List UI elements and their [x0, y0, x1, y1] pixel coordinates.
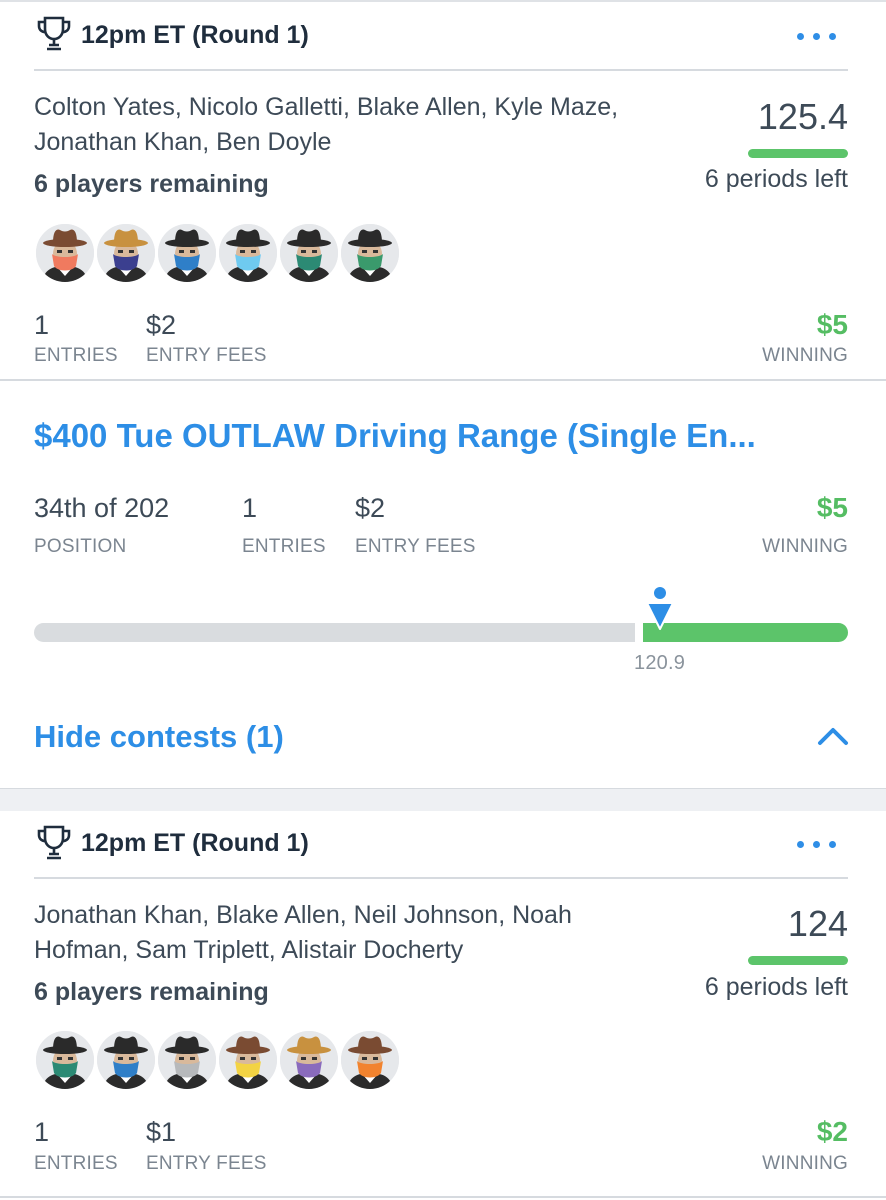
contest-name-link[interactable]: $400 Tue OUTLAW Driving Range (Single En… — [34, 417, 756, 455]
winning-label: WINNING — [762, 1153, 848, 1174]
standings-bar-unpaid — [34, 623, 635, 642]
entry-fees-value: $1 — [146, 1117, 177, 1147]
player-avatar — [217, 1029, 279, 1091]
contest-section: $400 Tue OUTLAW Driving Range (Single En… — [0, 381, 886, 788]
periods-progress-bar — [748, 956, 848, 965]
entry-fees-value: $2 — [146, 310, 177, 340]
player-avatar — [95, 222, 157, 284]
more-options-icon[interactable] — [797, 33, 836, 40]
player-avatar — [339, 222, 401, 284]
player-avatar — [217, 222, 279, 284]
player-avatar — [34, 1029, 96, 1091]
card-divider — [34, 69, 848, 71]
hide-contests-link[interactable]: Hide contests (1) — [34, 719, 284, 755]
lineup-score: 125.4 — [757, 96, 848, 137]
player-avatar — [339, 1029, 401, 1091]
position-marker-score: 120.9 — [634, 652, 686, 674]
standings-bar — [34, 585, 848, 645]
player-names: Colton Yates, Nicolo Galletti, Blake All… — [34, 93, 619, 156]
position-value: 34th of 202 — [34, 493, 170, 523]
more-options-icon[interactable] — [797, 841, 836, 848]
lineup-score: 124 — [787, 903, 848, 944]
position-marker-icon — [644, 585, 676, 631]
periods-left: 6 periods left — [704, 165, 848, 193]
player-avatar — [34, 222, 96, 284]
lineup-title: 12pm ET (Round 1) — [81, 829, 309, 857]
entries-count: 1 — [34, 310, 50, 340]
lineup-card-1[interactable]: 12pm ET (Round 1) Colton Yates, Nicolo G… — [0, 2, 886, 380]
player-avatar — [156, 1029, 218, 1091]
bottom-divider — [0, 1196, 886, 1198]
chevron-up-icon[interactable] — [816, 724, 850, 753]
entries-label: ENTRIES — [34, 345, 118, 366]
contest-winning-value: $5 — [816, 492, 848, 523]
periods-progress-bar — [748, 149, 848, 158]
player-names: Jonathan Khan, Blake Allen, Neil Johnson… — [34, 901, 572, 964]
entry-fees-label: ENTRY FEES — [146, 345, 267, 366]
winning-label: WINNING — [762, 345, 848, 366]
trophy-icon — [34, 14, 74, 59]
lineup-title: 12pm ET (Round 1) — [81, 21, 309, 49]
card-separator — [0, 788, 886, 812]
position-label: POSITION — [34, 536, 127, 557]
player-avatar — [156, 222, 218, 284]
entries-count: 1 — [34, 1117, 50, 1147]
contest-entries-value: 1 — [242, 493, 258, 523]
trophy-icon — [34, 823, 74, 868]
lineup-card-2[interactable]: 12pm ET (Round 1) Jonathan Khan, Blake A… — [0, 811, 886, 1200]
players-remaining: 6 players remaining — [34, 170, 269, 198]
player-avatar — [278, 222, 340, 284]
contest-entries-label: ENTRIES — [242, 536, 326, 557]
entry-fees-label: ENTRY FEES — [146, 1153, 267, 1174]
player-avatars — [34, 222, 401, 284]
contest-winning-label: WINNING — [762, 536, 848, 557]
contest-fees-value: $2 — [355, 493, 386, 523]
player-avatar — [278, 1029, 340, 1091]
winning-value: $5 — [816, 309, 848, 340]
players-remaining: 6 players remaining — [34, 978, 269, 1006]
periods-left: 6 periods left — [704, 973, 848, 1001]
card-divider — [34, 877, 848, 879]
player-avatars — [34, 1029, 401, 1091]
contest-fees-label: ENTRY FEES — [355, 536, 476, 557]
entries-label: ENTRIES — [34, 1153, 118, 1174]
player-avatar — [95, 1029, 157, 1091]
winning-value: $2 — [816, 1116, 848, 1147]
